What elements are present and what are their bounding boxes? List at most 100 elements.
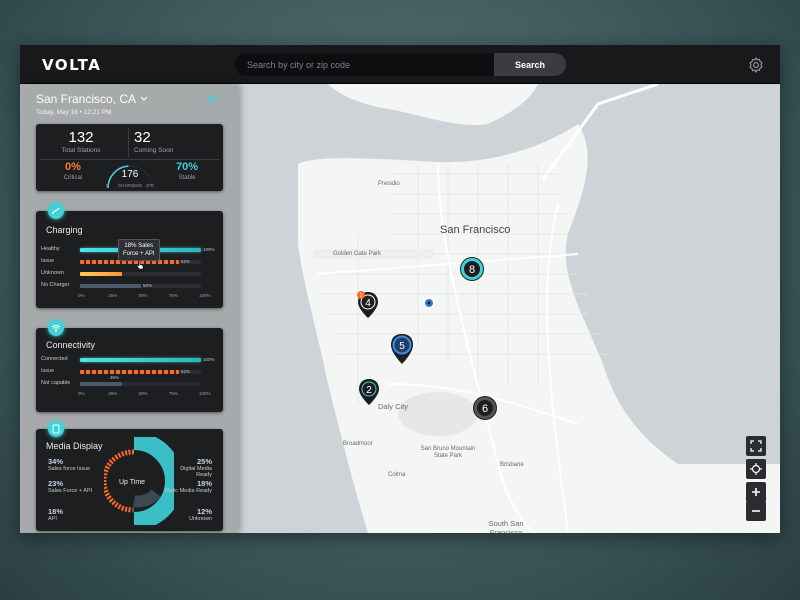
locate-button[interactable] [746,459,766,479]
bar-row-label: Connected [41,356,68,362]
legend-label: Unknown [189,516,212,522]
legend-percent: 18% [48,507,64,516]
map-label-broadmoor: Broadmoor [343,441,373,447]
divider [128,128,129,158]
legend-item: 34% Sales force Issue [48,457,96,472]
legend-item: 12% Unknown [164,507,212,522]
station-marker-cluster[interactable]: 6 [472,395,498,421]
bar-row-label: Unknown [41,270,64,276]
bar-row-label: Issue [41,258,55,264]
cursor-hand-icon [136,260,144,270]
bar-value-label: 50% [143,283,153,288]
fullscreen-button[interactable] [746,436,766,456]
map-label-colma: Colma [388,472,406,478]
stable-label: Stable [178,175,196,181]
search-input[interactable] [235,53,495,76]
axis-tick-label: 50% [138,293,148,298]
marker-count: 6 [482,403,488,415]
city-selector[interactable]: San Francisco, CA [36,92,148,106]
axis-tick-label: 75% [168,391,178,396]
map-label-san-bruno: San Bruno Mountain State Park [420,446,476,459]
back-arrow-icon[interactable] [206,93,222,105]
sidebar-panel: San Francisco, CA Today, May 18 • 12:21 … [20,84,238,533]
axis-tick-label: 100% [199,391,211,396]
marker-alert: 1 [360,293,363,299]
total-stations-stat: 132 Total Stations [50,129,112,154]
station-marker-cluster[interactable]: 8 [459,256,485,282]
zoom-out-icon [752,510,760,512]
gauge-value-block: 176 [114,169,146,180]
wifi-icon [51,325,61,333]
zoom-out-button[interactable] [746,501,766,521]
marker-count: 8 [469,264,475,276]
critical-stat: 0% Critical [54,161,92,181]
legend-item: 18% Static Media Ready [164,479,212,494]
connectivity-card: Connectivity Connected 100% Issue 82% Not ca… [36,320,223,412]
legend-label: Sales Force + API [48,488,93,494]
bar-row-label: Not capable [41,380,71,386]
zoom-in-button[interactable] [746,482,766,502]
axis-tick-label: 75% [168,293,178,298]
charging-tooltip: 18% Sales Force + API [118,239,160,261]
charging-title: Charging [46,225,83,235]
bar-fill[interactable] [80,358,201,362]
bar-value-label: 100% [203,247,215,252]
bar-fill[interactable] [80,284,141,288]
current-location-dot [423,297,435,309]
station-marker-pin[interactable]: 5 [389,332,415,366]
marker-count: 2 [366,385,372,396]
current-date: Today, May 18 • 12:21 PM [36,109,112,116]
donut-center-label: Up Time [119,479,146,486]
charging-badge [48,203,64,219]
gauge-min: 0 [106,183,109,188]
media-badge [48,421,64,437]
map-view[interactable]: San Francisco Presidio Golden Gate Park … [238,84,780,533]
legend-percent: 12% [196,507,212,516]
axis-tick-label: 0% [78,391,85,396]
legend-item: 23% Sales Force + API [48,479,96,494]
axis-tick-label: 100% [199,293,211,298]
station-marker-pin[interactable]: 4 1 [356,290,380,320]
coming-soon-stat: 32 Coming Soon [134,129,184,154]
fullscreen-icon [750,440,762,452]
legend-label: Digital Media Ready [180,466,212,478]
connectivity-badge [48,320,64,336]
legend-label: API [48,516,57,522]
marker-count: 5 [399,341,405,352]
legend-percent: 25% [196,457,212,466]
legend-label: Sales force Issue [48,466,91,472]
critical-label: Critical [63,175,83,181]
axis-tick-label: 0% [78,293,85,298]
chevron-down-icon [140,96,148,101]
locate-icon [750,463,762,475]
total-stations-value: 132 [68,129,94,146]
map-label-presidio: Presidio [378,181,400,187]
critical-value: 0% [65,161,81,173]
stable-stat: 70% Stable [168,161,206,181]
legend-percent: 23% [48,479,64,488]
station-marker-pin[interactable]: 2 [357,377,381,407]
total-stations-label: Total Stations [61,147,101,154]
map-label-brisbane: Brisbane [500,462,524,468]
tooltip-line-2: Force + API [123,251,155,257]
map-label-golden-gate-park: Golden Gate Park [333,251,382,257]
media-display-icon [52,424,60,434]
coming-soon-label: Coming Soon [134,147,174,154]
settings-gear-icon[interactable] [747,56,765,74]
bar-row-label: Healthy [41,246,60,252]
app-window: VOLTA Search by city or zip code Search … [20,45,780,533]
logo: VOLTA [42,56,102,74]
map-label-san-francisco: San Francisco [440,224,511,236]
axis-tick-label: 25% [108,293,118,298]
bar-fill[interactable] [80,272,122,276]
media-title: Media Display [46,441,103,451]
zoom-in-icon [752,488,760,496]
legend-item: 18% API [48,507,96,522]
legend-percent: 34% [48,457,64,466]
media-display-card: Media Display Up Time 34% Sales force Iss… [36,421,223,531]
bar-value-label: 82% [181,369,191,374]
bar-fill[interactable] [80,370,179,374]
bar-value-label: 35% [110,375,120,380]
bar-fill[interactable] [80,382,122,386]
search-button[interactable]: Search [494,53,566,76]
